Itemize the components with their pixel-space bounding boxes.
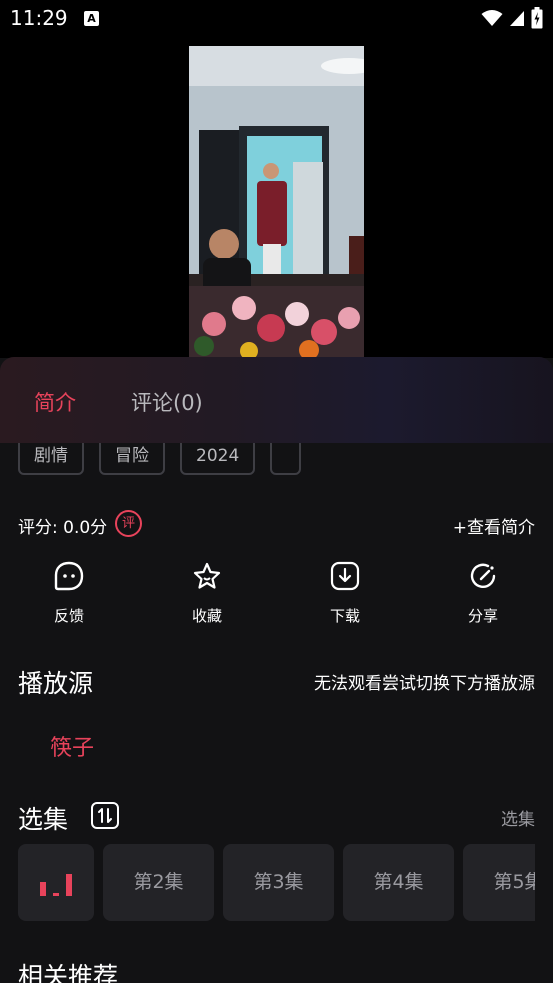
tag-empty[interactable] xyxy=(270,443,302,475)
episodes-title: 选集 xyxy=(18,805,69,834)
detail-tab-bar: 简介 评论(0) xyxy=(0,357,553,443)
sort-icon xyxy=(98,808,112,823)
a-icon: A xyxy=(84,11,99,26)
episode-item-playing[interactable] xyxy=(18,844,94,921)
status-time: 11:29 xyxy=(10,6,68,30)
wifi-icon xyxy=(481,10,503,26)
playing-bars-icon xyxy=(40,874,72,896)
source-item-kuaizi[interactable]: 筷子 xyxy=(50,730,94,762)
download-icon xyxy=(330,561,360,591)
feedback-button[interactable]: 反馈 xyxy=(29,561,109,626)
download-button[interactable]: 下载 xyxy=(305,561,385,626)
video-scene-image xyxy=(189,46,364,358)
share-label: 分享 xyxy=(467,607,498,625)
episodes-more-link[interactable]: 选集 xyxy=(501,805,535,830)
episode-item-4[interactable]: 第4集 xyxy=(343,844,454,921)
episode-item-2[interactable]: 第2集 xyxy=(103,844,214,921)
tab-intro[interactable]: 简介 xyxy=(34,387,76,417)
status-icons xyxy=(481,7,543,29)
tag-genre[interactable]: 剧情 xyxy=(18,443,84,475)
source-hint: 无法观看尝试切换下方播放源 xyxy=(314,674,535,694)
detail-content[interactable]: 剧情 冒险 2024 评分: 0.0分 评 +查看简介 反馈 收藏 下载 分享 … xyxy=(0,443,553,983)
related-title: 相关推荐 xyxy=(18,962,119,983)
tag-adventure[interactable]: 冒险 xyxy=(99,443,165,475)
action-bar: 反馈 收藏 下载 分享 xyxy=(0,561,553,641)
battery-icon xyxy=(531,7,543,29)
rating-row: 评分: 0.0分 评 +查看简介 xyxy=(18,510,535,538)
episode-item-3[interactable]: 第3集 xyxy=(223,844,334,921)
tab-comments[interactable]: 评论(0) xyxy=(131,387,203,417)
tag-year[interactable]: 2024 xyxy=(180,443,256,475)
rating-badge[interactable]: 评 xyxy=(115,510,142,537)
rating-text: 评分: 0.0分 xyxy=(18,518,108,538)
download-label: 下载 xyxy=(329,607,360,625)
feedback-label: 反馈 xyxy=(53,607,84,625)
status-bar: 11:29 A xyxy=(0,0,553,36)
signal-icon xyxy=(510,11,524,26)
episode-item-5[interactable]: 第5集 xyxy=(463,844,535,921)
video-frame[interactable] xyxy=(189,46,364,358)
tag-list: 剧情 冒险 2024 xyxy=(18,443,302,475)
share-button[interactable]: 分享 xyxy=(443,561,523,626)
feedback-icon xyxy=(54,561,84,591)
favorite-label: 收藏 xyxy=(191,607,222,625)
star-icon xyxy=(193,562,221,589)
video-player[interactable] xyxy=(0,36,553,358)
sort-button[interactable] xyxy=(91,802,119,829)
share-icon xyxy=(470,563,496,588)
favorite-button[interactable]: 收藏 xyxy=(167,561,247,626)
source-title: 播放源 xyxy=(18,669,94,698)
episode-list[interactable]: 第2集 第3集 第4集 第5集 xyxy=(18,844,535,922)
view-intro-link[interactable]: +查看简介 xyxy=(453,513,535,538)
